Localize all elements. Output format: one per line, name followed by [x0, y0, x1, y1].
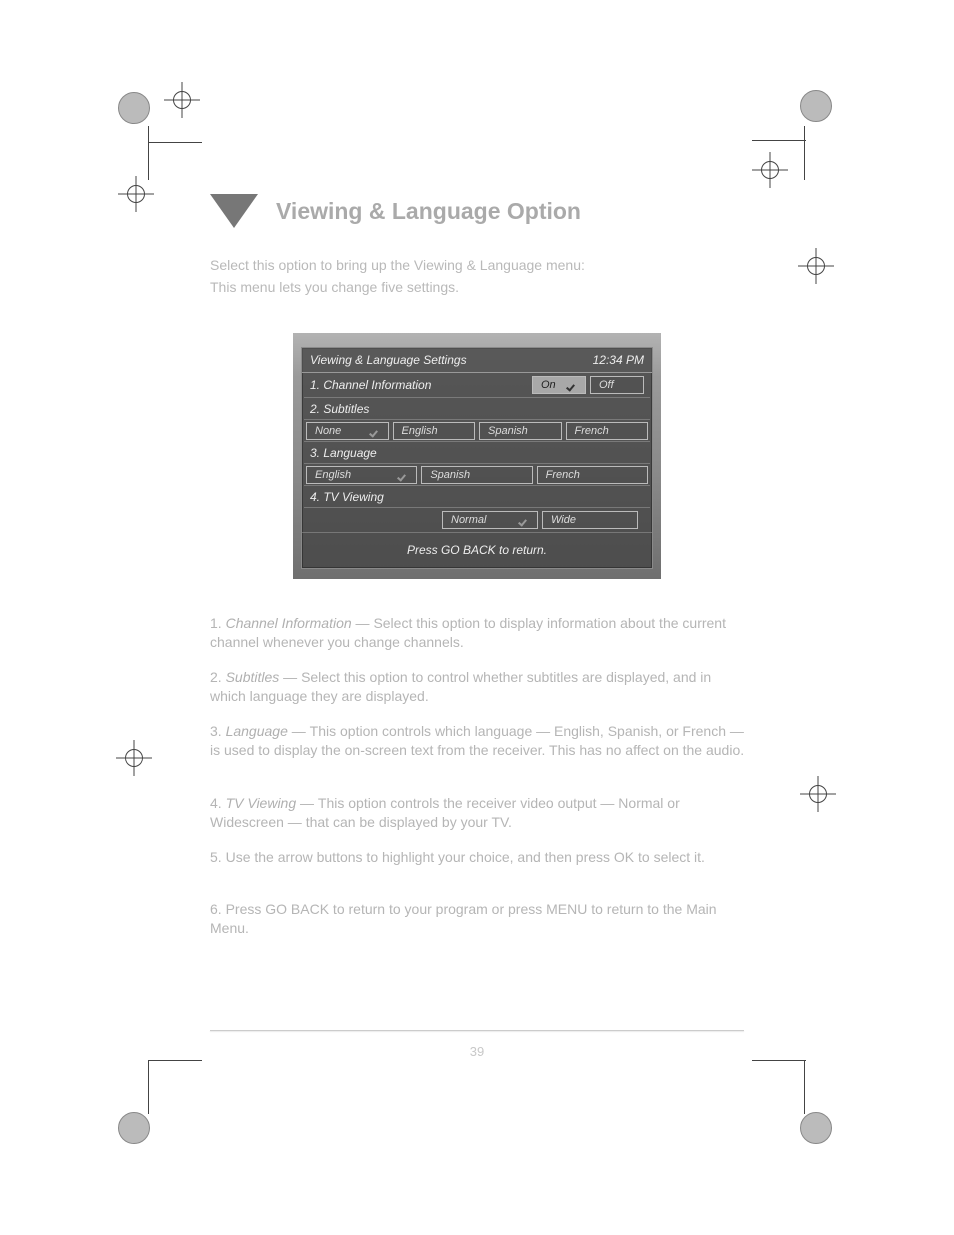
osd-screenshot: Viewing & Language Settings 12:34 PM 1. … [293, 333, 661, 579]
osd-clock: 12:34 PM [593, 353, 644, 367]
option-label: English [402, 425, 438, 437]
regmark-line [148, 126, 149, 180]
regmark-circle [800, 90, 832, 122]
option-spanish[interactable]: Spanish [479, 422, 562, 440]
bottom-rule [210, 1030, 744, 1031]
row-label: 2. Subtitles [310, 402, 375, 416]
definition-1: 1. Channel Information — Select this opt… [210, 614, 750, 652]
page-number: 39 [0, 1044, 954, 1059]
osd-footer: Press GO BACK to return. [302, 532, 652, 565]
row-language-label: 3. Language [304, 442, 650, 464]
def-name: Channel Information — [226, 615, 374, 631]
def-number: 1. [210, 615, 226, 631]
osd-title: Viewing & Language Settings [310, 353, 467, 367]
option-label: Normal [451, 514, 486, 526]
regmark-crosshair [752, 152, 788, 188]
option-label: On [541, 379, 556, 391]
option-spanish[interactable]: Spanish [421, 466, 532, 484]
def-number: 2. [210, 669, 226, 685]
def-name: Subtitles — [226, 669, 301, 685]
regmark-crosshair [164, 82, 200, 118]
regmark-line [752, 140, 806, 141]
definition-3: 3. Language — This option controls which… [210, 722, 750, 760]
row-label: 4. TV Viewing [310, 490, 390, 504]
section-header: Viewing & Language Option [210, 188, 750, 234]
row-tvviewing-label: 4. TV Viewing [304, 486, 650, 508]
def-number: 3. [210, 723, 226, 739]
def-text: Use the arrow buttons to highlight your … [226, 849, 705, 865]
regmark-circle [800, 1112, 832, 1144]
regmark-crosshair [800, 776, 836, 812]
osd-title-bar: Viewing & Language Settings 12:34 PM [302, 348, 652, 373]
option-label: None [315, 425, 341, 437]
check-icon [567, 380, 577, 390]
check-icon [370, 426, 380, 436]
osd-panel: Viewing & Language Settings 12:34 PM 1. … [301, 347, 653, 569]
regmark-line [752, 1060, 806, 1061]
def-name: TV Viewing — [226, 795, 318, 811]
regmark-line [148, 1060, 149, 1114]
regmark-circle [118, 92, 150, 124]
section-title: Viewing & Language Option [276, 198, 581, 225]
option-label: Wide [551, 514, 576, 526]
regmark-line [804, 126, 805, 180]
check-icon [398, 470, 408, 480]
definition-4: 4. TV Viewing — This option controls the… [210, 794, 750, 832]
option-label: Off [599, 379, 614, 391]
triangle-down-icon [210, 194, 258, 228]
row-language-opts: English Spanish French [304, 464, 650, 486]
regmark-line [148, 1060, 202, 1061]
option-normal[interactable]: Normal [442, 511, 538, 529]
option-label: French [546, 469, 580, 481]
option-label: English [315, 469, 351, 481]
option-off[interactable]: Off [590, 376, 644, 394]
row-channel-info: 1. Channel Information On Off [304, 373, 650, 398]
regmark-line [148, 142, 202, 143]
definition-6: 6. Press GO BACK to return to your progr… [210, 900, 750, 938]
option-wide[interactable]: Wide [542, 511, 638, 529]
def-text: Press GO BACK to return to your program … [210, 901, 717, 936]
regmark-line [804, 1060, 805, 1114]
option-label: Spanish [430, 469, 470, 481]
def-name: Language — [226, 723, 310, 739]
intro-line-2: This menu lets you change five settings. [210, 278, 750, 297]
option-english[interactable]: English [306, 466, 417, 484]
definition-5: 5. Use the arrow buttons to highlight yo… [210, 848, 750, 867]
regmark-crosshair [798, 248, 834, 284]
option-label: French [575, 425, 609, 437]
option-on[interactable]: On [532, 376, 586, 394]
row-tvviewing-opts: Normal Wide [304, 508, 650, 532]
option-french[interactable]: French [537, 466, 648, 484]
option-none[interactable]: None [306, 422, 389, 440]
check-icon [519, 515, 529, 525]
option-french[interactable]: French [566, 422, 649, 440]
row-subtitles-label: 2. Subtitles [304, 398, 650, 420]
regmark-crosshair [118, 176, 154, 212]
row-label: 3. Language [310, 446, 383, 460]
regmark-crosshair [116, 740, 152, 776]
intro-line-1: Select this option to bring up the Viewi… [210, 256, 750, 275]
def-number: 5. [210, 849, 226, 865]
def-number: 4. [210, 795, 226, 811]
row-subtitles-opts: None English Spanish French [304, 420, 650, 442]
def-number: 6. [210, 901, 226, 917]
definition-2: 2. Subtitles — Select this option to con… [210, 668, 750, 706]
option-english[interactable]: English [393, 422, 476, 440]
regmark-circle [118, 1112, 150, 1144]
option-label: Spanish [488, 425, 528, 437]
row-label: 1. Channel Information [310, 378, 437, 392]
